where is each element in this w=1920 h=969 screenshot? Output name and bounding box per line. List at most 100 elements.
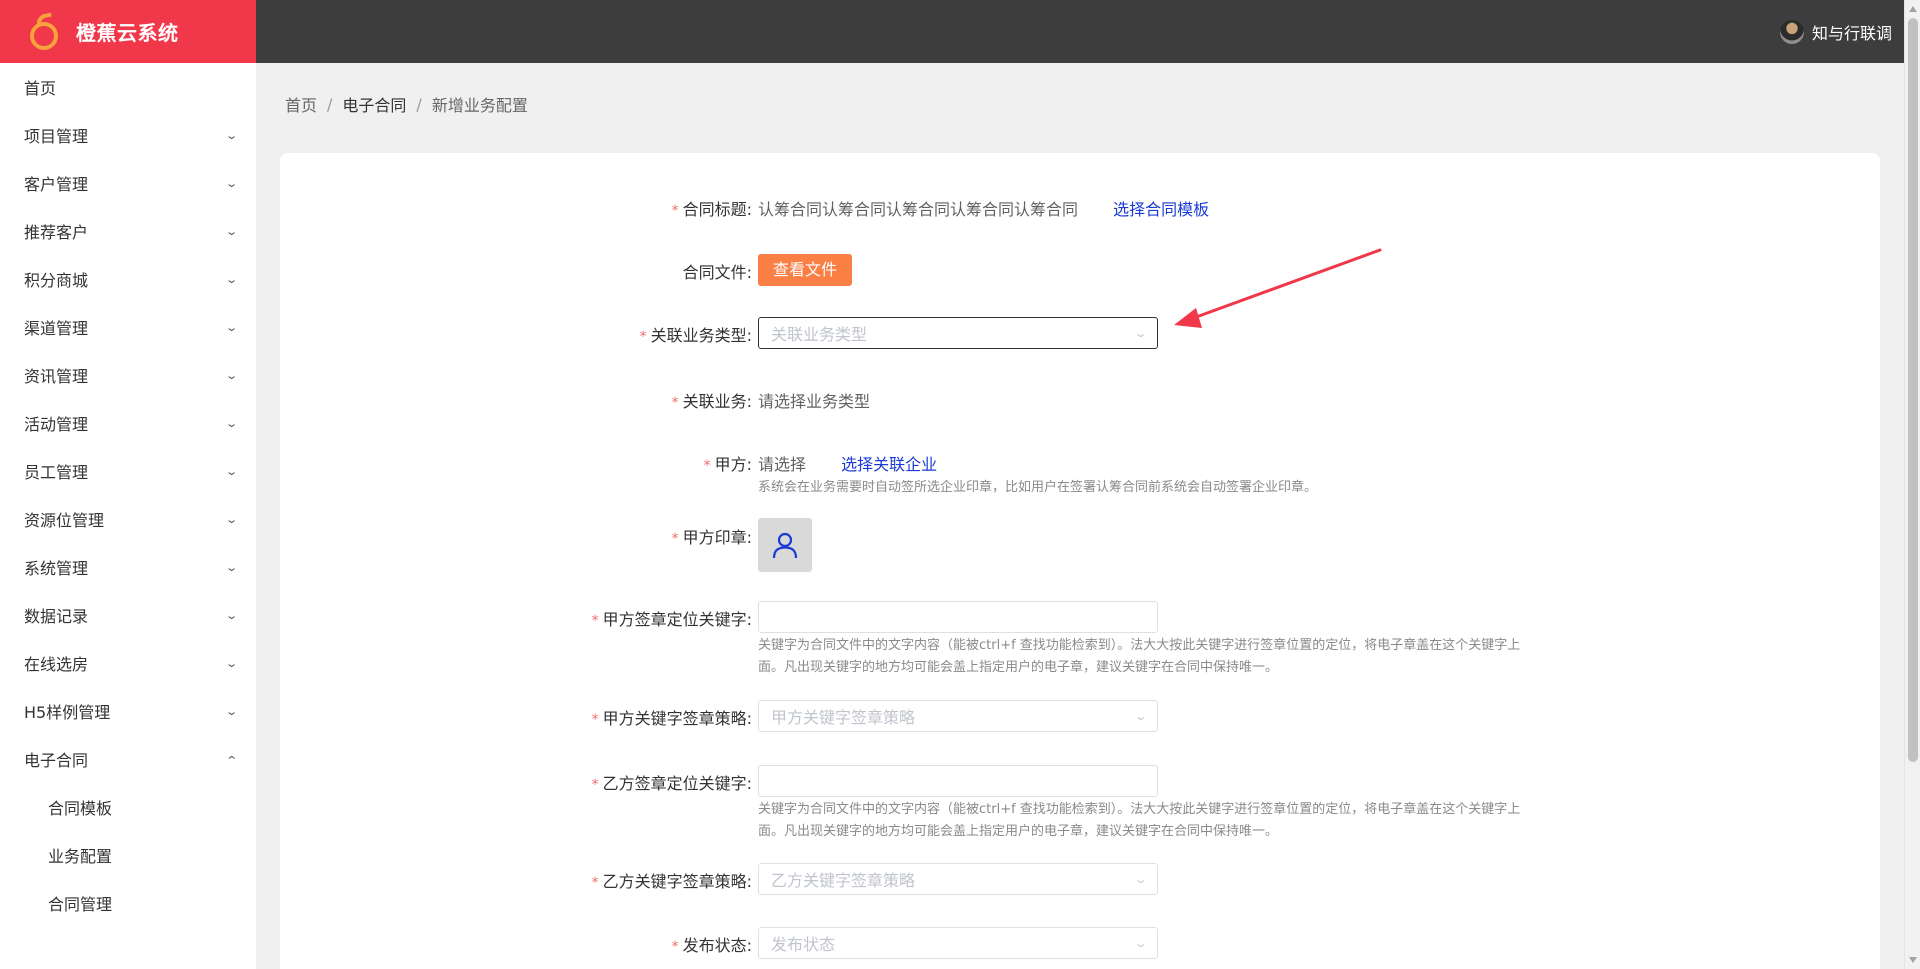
- user-name: 知与行联调: [1811, 23, 1892, 43]
- sidebar-item-staff[interactable]: 员工管理 ⌄: [0, 447, 256, 495]
- sidebar-item-label: 积分商城: [24, 271, 89, 290]
- breadcrumb: 首页 / 电子合同 / 新增业务配置: [285, 92, 528, 116]
- chevron-up-icon: ⌄: [224, 752, 238, 766]
- chevron-down-icon: ⌄: [1133, 709, 1148, 723]
- party-a-strategy-select[interactable]: 甲方关键字签章策略 ⌄: [758, 700, 1158, 732]
- form-label: * 甲方:: [703, 455, 752, 474]
- sidebar-item-label: 活动管理: [24, 415, 89, 434]
- chevron-down-icon: ⌄: [224, 224, 238, 238]
- publish-status-select[interactable]: 发布状态 ⌄: [758, 927, 1158, 959]
- required-mark: *: [591, 613, 599, 629]
- avatar: [1779, 19, 1804, 44]
- party-a-value: 请选择: [758, 455, 807, 474]
- user-icon: [772, 532, 798, 559]
- page-scrollbar[interactable]: [1904, 0, 1920, 969]
- required-mark: *: [671, 531, 679, 547]
- form-label: * 甲方签章定位关键字:: [591, 610, 752, 629]
- form-label: * 甲方印章:: [671, 528, 752, 547]
- business-type-select[interactable]: 关联业务类型 ⌄: [758, 317, 1158, 349]
- sidebar-item-e-contract[interactable]: 电子合同 ⌄: [0, 735, 256, 783]
- logo-icon: [28, 12, 60, 50]
- chevron-down-icon: ⌄: [224, 416, 238, 430]
- scroll-down-icon[interactable]: [1909, 957, 1917, 963]
- party-a-seal-picker[interactable]: [758, 518, 812, 572]
- sidebar-item-label: 资讯管理: [24, 367, 89, 386]
- select-contract-template-link[interactable]: 选择合同模板: [1113, 200, 1209, 219]
- breadcrumb-current: 新增业务配置: [431, 96, 528, 115]
- chevron-down-icon: ⌄: [224, 272, 238, 286]
- sidebar-item-online-rooms[interactable]: 在线选房 ⌄: [0, 639, 256, 687]
- party-b-keyword-input[interactable]: [758, 765, 1158, 797]
- party-b-strategy-select[interactable]: 乙方关键字签章策略 ⌄: [758, 863, 1158, 895]
- sidebar: 橙蕉云系统 首页 项目管理 ⌄ 客户管理 ⌄ 推荐客户 ⌄ 积分商城 ⌄ 渠道管理 ⌄ 资…: [0, 0, 256, 969]
- breadcrumb-home[interactable]: 首页: [285, 92, 317, 116]
- sidebar-item-system[interactable]: 系统管理 ⌄: [0, 543, 256, 591]
- breadcrumb-section[interactable]: 电子合同: [342, 92, 406, 116]
- select-placeholder: 关联业务类型: [771, 325, 868, 344]
- sidebar-item-label: 项目管理: [24, 127, 89, 146]
- chevron-down-icon: ⌄: [1133, 872, 1148, 886]
- sidebar-item-customers[interactable]: 客户管理 ⌄: [0, 159, 256, 207]
- required-mark: *: [671, 939, 679, 955]
- sidebar-item-label: 系统管理: [24, 559, 89, 578]
- form-label: * 乙方签章定位关键字:: [591, 774, 752, 793]
- submenu-item-label: 业务配置: [48, 847, 113, 866]
- required-mark: *: [703, 458, 711, 474]
- logo-bar: 橙蕉云系统: [0, 0, 256, 63]
- annotation-arrow-icon: [1174, 248, 1382, 328]
- required-mark: *: [639, 329, 647, 345]
- sidebar-item-referrals[interactable]: 推荐客户 ⌄: [0, 207, 256, 255]
- form-label: * 甲方关键字签章策略:: [591, 709, 752, 728]
- submenu-item-contract-management[interactable]: 合同管理: [0, 879, 256, 927]
- required-mark: *: [591, 777, 599, 793]
- form-card: * 合同标题: 认筹合同认筹合同认筹合同认筹合同认筹合同 选择合同模板 合同文件:…: [280, 153, 1880, 969]
- chevron-down-icon: ⌄: [224, 464, 238, 478]
- view-file-button[interactable]: 查看文件: [758, 254, 853, 286]
- form-label: 合同文件:: [682, 263, 752, 282]
- chevron-down-icon: ⌄: [224, 176, 238, 190]
- sidebar-item-events[interactable]: 活动管理 ⌄: [0, 399, 256, 447]
- party-a-keyword-input[interactable]: [758, 601, 1158, 633]
- scroll-thumb[interactable]: [1908, 18, 1918, 762]
- form-label: * 合同标题:: [671, 200, 752, 219]
- business-value: 请选择业务类型: [758, 392, 871, 411]
- required-mark: *: [671, 395, 679, 411]
- chevron-down-icon: ⌄: [1133, 936, 1148, 950]
- select-placeholder: 甲方关键字签章策略: [771, 708, 916, 727]
- submenu-item-business-config[interactable]: 业务配置: [0, 831, 256, 879]
- chevron-down-icon: ⌄: [224, 368, 238, 382]
- sidebar-item-data-records[interactable]: 数据记录 ⌄: [0, 591, 256, 639]
- app-title: 橙蕉云系统: [76, 21, 179, 45]
- party-b-keyword-hint: 关键字为合同文件中的文字内容（能被ctrl+f 查找功能检索到）。法大大按此关键…: [758, 802, 1521, 839]
- chevron-down-icon: ⌄: [224, 512, 238, 526]
- select-related-company-link[interactable]: 选择关联企业: [841, 455, 937, 474]
- chevron-down-icon: ⌄: [1133, 326, 1148, 340]
- sidebar-item-home[interactable]: 首页: [0, 63, 256, 111]
- form-label: * 发布状态:: [671, 936, 752, 955]
- chevron-down-icon: ⌄: [224, 656, 238, 670]
- chevron-down-icon: ⌄: [224, 128, 238, 142]
- sidebar-item-label: 首页: [24, 79, 57, 98]
- sidebar-item-resource-slots[interactable]: 资源位管理 ⌄: [0, 495, 256, 543]
- submenu-item-contract-templates[interactable]: 合同模板: [0, 783, 256, 831]
- chevron-down-icon: ⌄: [224, 560, 238, 574]
- sidebar-item-points-mall[interactable]: 积分商城 ⌄: [0, 255, 256, 303]
- scroll-up-icon[interactable]: [1909, 6, 1917, 12]
- breadcrumb-separator: /: [416, 94, 422, 114]
- form-label: * 关联业务类型:: [639, 326, 752, 345]
- form-label: * 乙方关键字签章策略:: [591, 872, 752, 891]
- sidebar-item-channels[interactable]: 渠道管理 ⌄: [0, 303, 256, 351]
- sidebar-item-label: 客户管理: [24, 175, 89, 194]
- sidebar-item-label: H5样例管理: [24, 703, 111, 722]
- required-mark: *: [591, 875, 599, 891]
- required-mark: *: [671, 203, 679, 219]
- breadcrumb-separator: /: [327, 94, 333, 114]
- contract-title-value: 认筹合同认筹合同认筹合同认筹合同认筹合同: [758, 200, 1079, 219]
- user-menu[interactable]: 知与行联调: [1779, 0, 1892, 63]
- sidebar-item-h5-samples[interactable]: H5样例管理 ⌄: [0, 687, 256, 735]
- chevron-down-icon: ⌄: [224, 608, 238, 622]
- sidebar-item-projects[interactable]: 项目管理 ⌄: [0, 111, 256, 159]
- sidebar-item-label: 数据记录: [24, 607, 89, 626]
- sidebar-menu: 首页 项目管理 ⌄ 客户管理 ⌄ 推荐客户 ⌄ 积分商城 ⌄ 渠道管理 ⌄ 资讯管理 ⌄ 活…: [0, 63, 256, 927]
- sidebar-item-news[interactable]: 资讯管理 ⌄: [0, 351, 256, 399]
